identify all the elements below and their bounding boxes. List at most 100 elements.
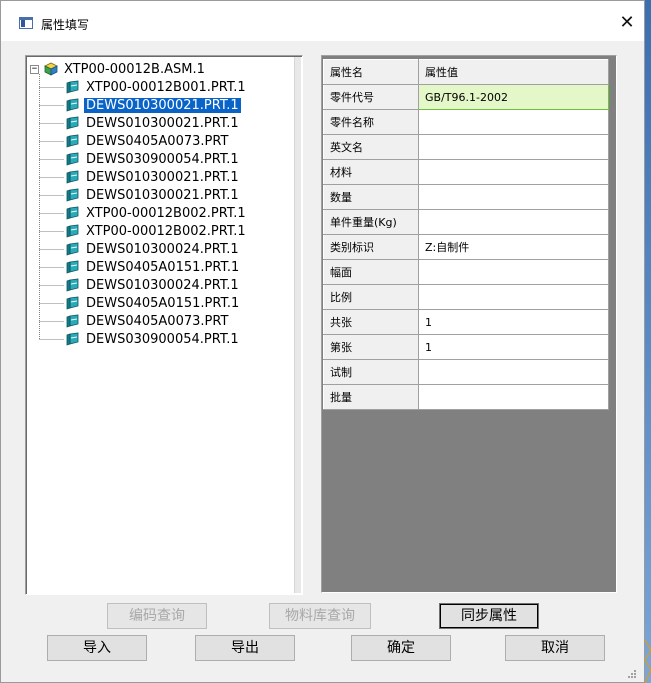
tree-item-label: DEWS0405A0151.PRT.1	[86, 259, 240, 275]
part-icon	[66, 170, 79, 184]
part-icon	[66, 296, 79, 310]
property-row: 共张 1	[323, 309, 609, 335]
app-icon	[19, 17, 33, 29]
part-icon	[66, 98, 79, 112]
part-icon	[66, 116, 79, 130]
part-icon	[66, 242, 79, 256]
tree-item[interactable]: DEWS0405A0073.PRT	[66, 312, 230, 330]
property-name: 数量	[323, 184, 419, 210]
property-value-cell[interactable]	[418, 359, 609, 385]
tree-item-label: DEWS010300021.PRT.1	[86, 169, 239, 185]
code-query-button[interactable]: 编码查询	[107, 603, 207, 629]
tree-item-label-selected: DEWS010300021.PRT.1	[84, 97, 241, 113]
assembly-icon	[44, 62, 58, 76]
part-icon	[66, 206, 79, 220]
background-decoration	[645, 640, 651, 683]
property-value-cell[interactable]	[418, 259, 609, 285]
tree-item[interactable]: DEWS0405A0151.PRT.1	[66, 294, 241, 312]
part-icon	[66, 332, 79, 346]
resize-grip-icon[interactable]	[626, 668, 636, 678]
property-row: 比例	[323, 284, 609, 310]
sync-properties-button[interactable]: 同步属性	[439, 603, 539, 629]
part-icon	[66, 314, 79, 328]
property-row: 零件代号 GB/T96.1-2002	[323, 84, 609, 110]
property-value-cell[interactable]	[418, 109, 609, 135]
property-row: 类别标识 Z:自制件	[323, 234, 609, 260]
property-value-cell[interactable]: Z:自制件	[418, 234, 609, 260]
cancel-button[interactable]: 取消	[505, 635, 605, 661]
property-row: 英文名	[323, 134, 609, 160]
property-row: 第张 1	[323, 334, 609, 360]
tree-item[interactable]: DEWS0405A0151.PRT.1	[66, 258, 241, 276]
property-row: 数量	[323, 184, 609, 210]
ok-button[interactable]: 确定	[351, 635, 451, 661]
export-button[interactable]: 导出	[195, 635, 295, 661]
property-value-cell[interactable]	[418, 384, 609, 410]
tree-root-node[interactable]: − XTP00-00012B.ASM.1	[30, 60, 207, 78]
tree-item-label: DEWS0405A0073.PRT	[86, 133, 229, 149]
property-row: 零件名称	[323, 109, 609, 135]
part-icon	[66, 152, 79, 166]
tree-item-label: DEWS030900054.PRT.1	[86, 331, 239, 347]
property-grid: 属性名 属性值 零件代号 GB/T96.1-2002 零件名称 英文名 材料 数量 单件重量…	[321, 55, 617, 593]
property-value-cell[interactable]	[418, 209, 609, 235]
property-value-cell-active[interactable]: GB/T96.1-2002	[418, 84, 609, 110]
tree-item[interactable]: DEWS010300021.PRT.1	[66, 96, 241, 114]
tree-scrollbar[interactable]	[294, 57, 301, 593]
column-header-name: 属性名	[323, 59, 419, 85]
tree-item-label: DEWS010300024.PRT.1	[86, 241, 239, 257]
property-value-cell[interactable]	[418, 184, 609, 210]
property-value-cell[interactable]	[418, 159, 609, 185]
tree-item-label: DEWS010300024.PRT.1	[86, 277, 239, 293]
part-icon	[66, 278, 79, 292]
part-icon	[66, 224, 79, 238]
tree-item-label: DEWS0405A0073.PRT	[86, 313, 229, 329]
property-name: 零件代号	[323, 84, 419, 110]
property-name: 批量	[323, 384, 419, 410]
property-name: 第张	[323, 334, 419, 360]
collapse-toggle[interactable]: −	[30, 64, 39, 74]
property-value-cell[interactable]: 1	[418, 334, 609, 360]
tree-item[interactable]: DEWS010300021.PRT.1	[66, 168, 241, 186]
property-row: 幅面	[323, 259, 609, 285]
tree-item[interactable]: DEWS010300024.PRT.1	[66, 276, 241, 294]
tree-item-label: XTP00-00012B002.PRT.1	[86, 223, 246, 239]
tree-item-label: XTP00-00012B001.PRT.1	[86, 79, 246, 95]
part-icon	[66, 134, 79, 148]
tree-item-label: XTP00-00012B002.PRT.1	[86, 205, 246, 221]
tree-item[interactable]: DEWS010300021.PRT.1	[66, 186, 241, 204]
tree-item[interactable]: XTP00-00012B002.PRT.1	[66, 222, 248, 240]
part-tree[interactable]: − XTP00-00012B.ASM.1 XTP00-00012B001.PRT…	[25, 55, 303, 595]
property-value-cell[interactable]: 1	[418, 309, 609, 335]
property-row: 材料	[323, 159, 609, 185]
part-icon	[66, 260, 79, 274]
tree-item-label: DEWS0405A0151.PRT.1	[86, 295, 240, 311]
property-value-cell[interactable]	[418, 284, 609, 310]
property-row: 单件重量(Kg)	[323, 209, 609, 235]
tree-item[interactable]: DEWS0405A0073.PRT	[66, 132, 230, 150]
property-name: 材料	[323, 159, 419, 185]
property-value-cell[interactable]	[418, 134, 609, 160]
column-header-value: 属性值	[418, 59, 609, 85]
property-name: 英文名	[323, 134, 419, 160]
property-name: 比例	[323, 284, 419, 310]
property-name: 零件名称	[323, 109, 419, 135]
tree-item[interactable]: DEWS010300024.PRT.1	[66, 240, 241, 258]
tree-item-label: DEWS010300021.PRT.1	[86, 187, 239, 203]
material-library-query-button[interactable]: 物料库查询	[269, 603, 371, 629]
tree-item[interactable]: DEWS030900054.PRT.1	[66, 330, 241, 348]
property-row: 批量	[323, 384, 609, 410]
property-name: 试制	[323, 359, 419, 385]
tree-item[interactable]: XTP00-00012B001.PRT.1	[66, 78, 248, 96]
background-window-edge	[645, 0, 651, 683]
tree-root-label: XTP00-00012B.ASM.1	[64, 61, 205, 77]
property-name: 单件重量(Kg)	[323, 209, 419, 235]
tree-item[interactable]: XTP00-00012B002.PRT.1	[66, 204, 248, 222]
close-button[interactable]: ✕	[616, 12, 638, 34]
tree-item-label: DEWS010300021.PRT.1	[86, 115, 239, 131]
tree-item[interactable]: DEWS010300021.PRT.1	[66, 114, 241, 132]
property-row: 试制	[323, 359, 609, 385]
import-button[interactable]: 导入	[47, 635, 147, 661]
tree-item[interactable]: DEWS030900054.PRT.1	[66, 150, 241, 168]
property-name: 类别标识	[323, 234, 419, 260]
